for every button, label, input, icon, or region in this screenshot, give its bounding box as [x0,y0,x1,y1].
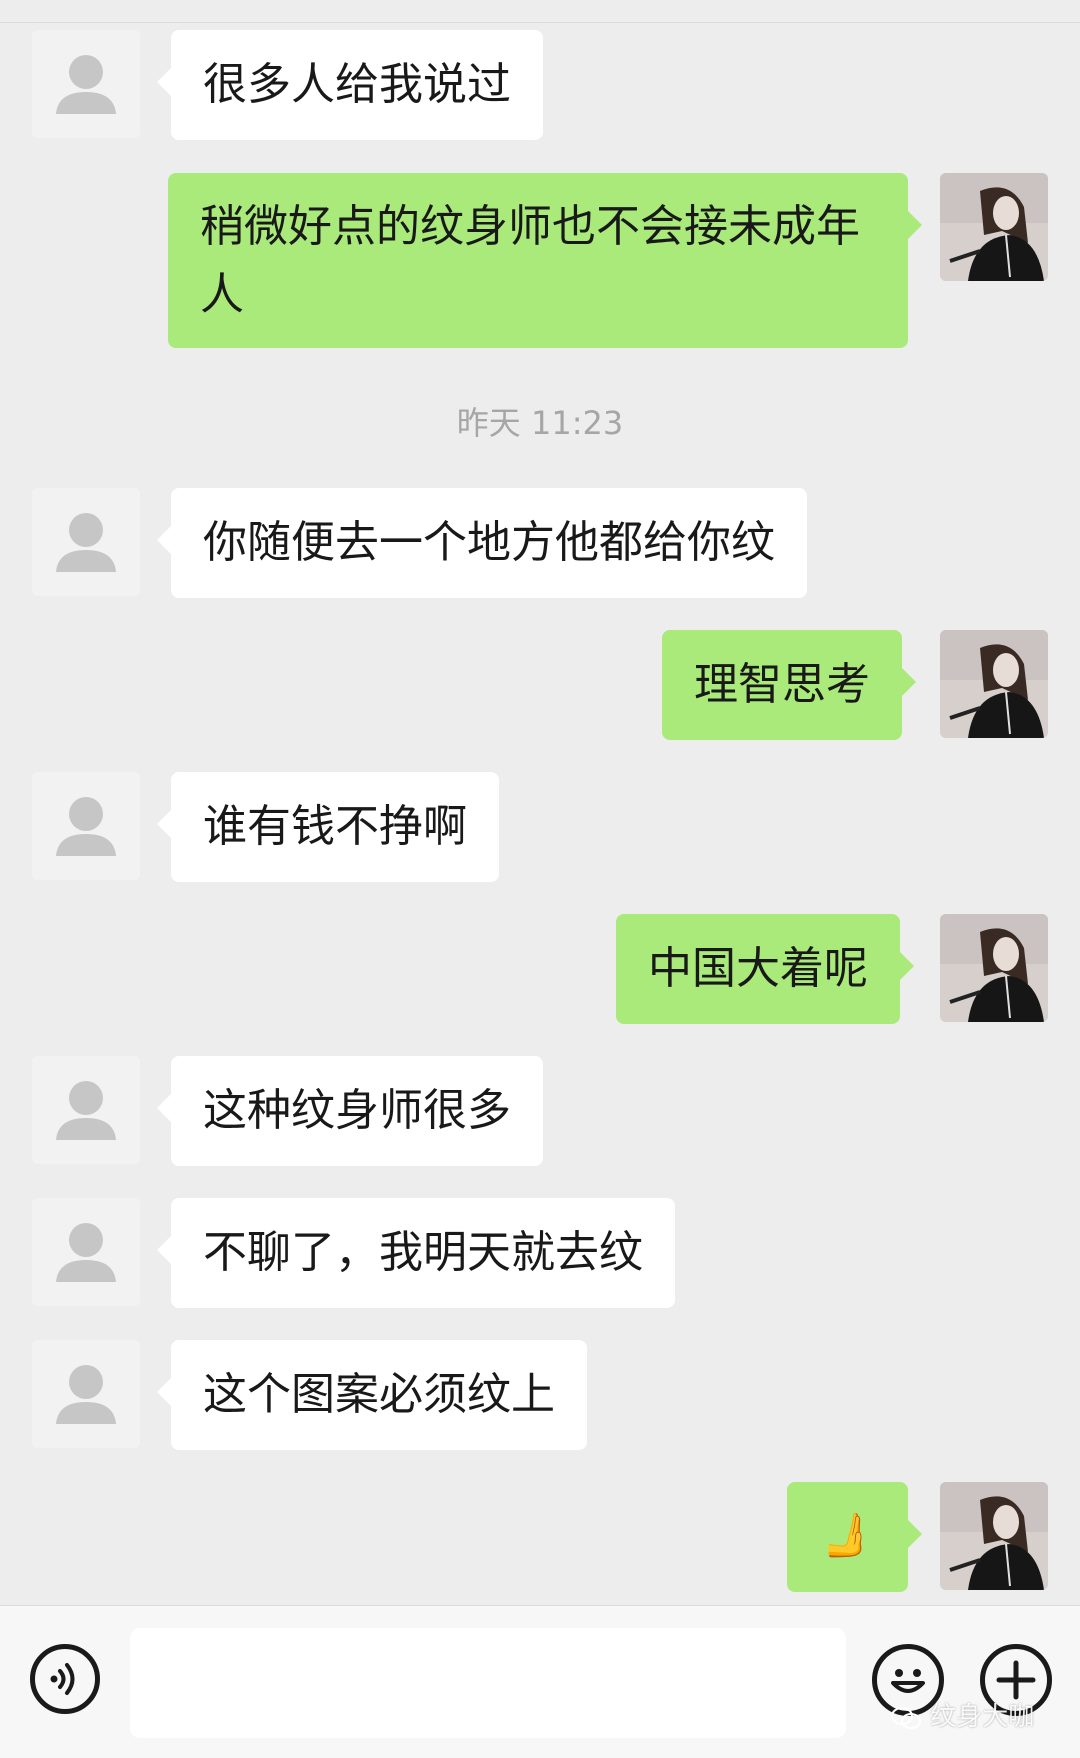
contact-avatar[interactable] [32,488,140,596]
default-avatar-icon [32,488,140,596]
contact-avatar[interactable] [32,772,140,880]
message-bubble-incoming[interactable]: 你随便去一个地方他都给你纹 [157,488,807,598]
wechat-logo-icon [891,1706,921,1729]
voice-icon [50,1663,75,1695]
user-avatar[interactable] [940,173,1048,281]
message-bubble-outgoing[interactable]: 理智思考 [662,630,916,740]
message-bubble-incoming[interactable]: 这个图案必须纹上 [157,1340,587,1450]
default-avatar-icon [32,30,140,138]
input-bar: 纹身大咖 [0,1605,1080,1758]
user-avatar[interactable] [940,630,1048,738]
default-avatar-icon [32,772,140,880]
contact-avatar[interactable] [32,1340,140,1448]
default-avatar-icon [32,1056,140,1164]
watermark: 纹身大咖 [890,1696,1034,1733]
user-avatar[interactable] [940,914,1048,1022]
message-bubble-incoming[interactable]: 谁有钱不挣啊 [157,772,499,882]
message-bubble-outgoing[interactable]: 🫸 [787,1482,922,1592]
message-timestamp: 昨天 11:23 [456,404,624,442]
message-bubble-outgoing[interactable]: 中国大着呢 [616,914,914,1024]
default-avatar-icon [32,1198,140,1306]
top-divider [0,0,1080,23]
message-bubble-incoming[interactable]: 很多人给我说过 [157,30,543,140]
user-avatar-photo [940,1482,1048,1590]
user-avatar-photo [940,173,1048,281]
message-bubble-incoming[interactable]: 这种纹身师很多 [157,1056,543,1166]
message-bubble-outgoing[interactable]: 稍微好点的纹身师也不会接未成年人 [168,173,922,348]
watermark-text: 纹身大咖 [930,1702,1035,1732]
message-bubble-incoming[interactable]: 不聊了，我明天就去纹 [157,1198,675,1308]
contact-avatar[interactable] [32,1056,140,1164]
user-avatar[interactable] [940,1482,1048,1590]
message-input[interactable] [130,1628,846,1738]
user-avatar-photo [940,630,1048,738]
contact-avatar[interactable] [32,1198,140,1306]
contact-avatar[interactable] [32,30,140,138]
chat-area[interactable]: 很多人给我说过 稍微好点的纹身师也不会接未成年人 昨天 11:23 你随便去一个… [0,0,1080,1605]
default-avatar-icon [32,1340,140,1448]
voice-button[interactable] [30,1644,100,1714]
user-avatar-photo [940,914,1048,1022]
